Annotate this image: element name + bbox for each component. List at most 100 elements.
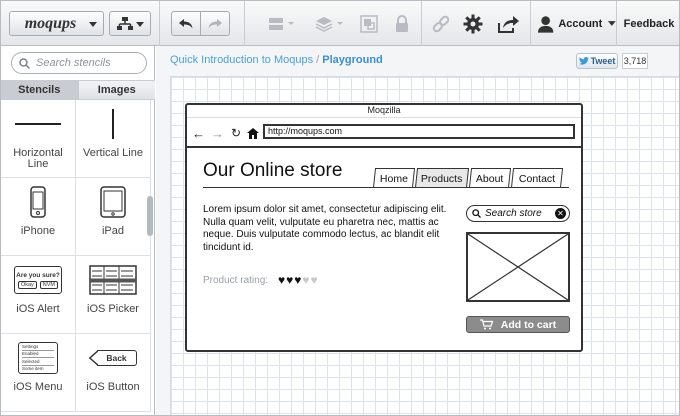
- menu-preview-item: Settings: [22, 344, 54, 352]
- heart-empty-icon: ♥: [302, 273, 311, 287]
- lock-icon: [396, 14, 408, 32]
- stencil-search-input[interactable]: Search stencils: [11, 52, 147, 74]
- breadcrumb-project[interactable]: Quick Introduction to Moqups: [170, 54, 313, 66]
- mockup-rating: Product rating: ♥♥♥♥♥: [203, 273, 319, 287]
- menu-preview-item: Some item: [22, 365, 44, 371]
- mockup-url-field: http://moqups.com: [263, 124, 575, 139]
- link-icon: [432, 15, 450, 32]
- menu-preview-item: Selected: [22, 359, 54, 366]
- align-button[interactable]: [263, 11, 301, 36]
- iphone-icon: [30, 186, 46, 218]
- store-title: Our Online store: [203, 160, 343, 181]
- user-icon: [537, 15, 554, 33]
- tweet-label: Tweet: [590, 56, 616, 66]
- share-icon: [498, 15, 519, 33]
- mockup-store-search: Search store ✕: [466, 205, 570, 222]
- stencil-ios-button[interactable]: Back iOS Button: [76, 334, 151, 412]
- sitemap-button[interactable]: [109, 11, 151, 36]
- mockup-divider: [203, 187, 569, 188]
- stencil-label: iPad: [101, 225, 125, 237]
- stencil-label: iOS Button: [86, 381, 140, 393]
- link-button[interactable]: [428, 11, 454, 36]
- mockup-add-to-cart-button: Add to cart: [466, 316, 570, 333]
- store-search-placeholder: Search store: [485, 208, 542, 219]
- stencil-vertical-line[interactable]: Vertical Line: [76, 100, 151, 178]
- stencil-label: iOS Alert: [16, 303, 60, 315]
- ios-menu-icon: Settings Enabled Selected Some item: [18, 342, 58, 374]
- stencil-ios-picker[interactable]: iOS Picker: [76, 256, 151, 334]
- rating-hearts: ♥♥♥♥♥: [278, 273, 319, 287]
- stencil-horizontal-line[interactable]: Horizontal Line: [1, 100, 76, 178]
- breadcrumb-separator: /: [316, 54, 320, 66]
- layers-button[interactable]: [311, 11, 349, 36]
- stencil-label: iOS Menu: [13, 381, 63, 393]
- sitemap-icon: [117, 16, 133, 30]
- toolbar-divider: [159, 1, 160, 46]
- stencil-ios-alert[interactable]: Are you sure? Okay NVM iOS Alert: [1, 256, 76, 334]
- mockup-tab-home: Home: [372, 168, 416, 188]
- image-placeholder-icon: [467, 233, 569, 301]
- align-icon: [269, 17, 294, 30]
- tweet-count: 3,718: [622, 53, 648, 69]
- clear-icon: ✕: [555, 208, 566, 219]
- heart-empty-icon: ♥: [310, 273, 319, 287]
- browser-mockup[interactable]: Moqzilla ← → ↻ http://moqups.com Our Onl…: [185, 103, 583, 352]
- home-icon: [247, 128, 259, 139]
- alert-preview-button: Okay: [17, 280, 37, 289]
- heart-filled-icon: ♥: [278, 273, 287, 287]
- layers-icon: [315, 16, 343, 32]
- tab-stencils[interactable]: Stencils: [1, 81, 78, 99]
- menu-preview-item: Enabled: [22, 351, 54, 359]
- account-menu[interactable]: Account: [531, 1, 616, 46]
- twitter-bird-icon: [578, 57, 589, 65]
- mockup-tab-label: Products: [421, 172, 463, 185]
- ios-picker-icon: [89, 265, 137, 295]
- stencil-label: Vertical Line: [83, 147, 143, 159]
- mockup-nav-bar: ← → ↻ http://moqups.com: [187, 118, 581, 148]
- sidebar-tabs: Stencils Images: [1, 80, 155, 100]
- cart-label: Add to cart: [500, 318, 557, 331]
- mockup-tab-about: About: [468, 168, 512, 188]
- mockup-image-placeholder: [466, 232, 570, 302]
- alert-preview-button: NVM: [39, 280, 59, 289]
- app-logo: moqups: [24, 14, 77, 32]
- redo-icon: [208, 18, 222, 28]
- search-icon: [19, 57, 30, 69]
- sidebar-scrollbar[interactable]: [147, 196, 153, 236]
- group-button[interactable]: [357, 11, 381, 36]
- app-window: moqups Account Feedback Search stencils …: [0, 0, 680, 416]
- settings-button[interactable]: [460, 11, 486, 36]
- lock-button[interactable]: [391, 11, 413, 36]
- tweet-button[interactable]: Tweet: [576, 53, 618, 69]
- feedback-button[interactable]: Feedback: [617, 1, 679, 46]
- breadcrumb: Quick Introduction to Moqups / Playgroun…: [170, 54, 383, 66]
- vertical-line-icon: [112, 109, 114, 139]
- horizontal-line-icon: [15, 123, 61, 125]
- stencil-ipad[interactable]: iPad: [76, 178, 151, 256]
- undo-icon: [179, 18, 193, 28]
- mockup-window-title: Moqzilla: [187, 105, 581, 118]
- stencil-ios-menu[interactable]: Settings Enabled Selected Some item iOS …: [1, 334, 76, 412]
- mockup-body-text: Lorem ipsum dolor sit amet, consectetur …: [203, 204, 447, 253]
- breadcrumb-page: Playground: [322, 54, 383, 66]
- mockup-tab-label: Contact: [518, 172, 556, 185]
- redo-button[interactable]: [200, 11, 230, 36]
- logo-menu-button[interactable]: moqups: [9, 11, 104, 36]
- refresh-icon: ↻: [231, 126, 242, 140]
- stencil-sidebar: Search stencils Stencils Images Horizont…: [1, 46, 155, 415]
- search-placeholder: Search stencils: [36, 57, 111, 69]
- toolbar-divider: [244, 1, 245, 46]
- stencil-label: Horizontal Line: [13, 147, 63, 170]
- share-button[interactable]: [494, 11, 522, 36]
- ios-button-icon: Back: [89, 349, 137, 366]
- ipad-icon: [100, 186, 126, 218]
- tab-images[interactable]: Images: [77, 81, 155, 99]
- feedback-label: Feedback: [623, 17, 675, 30]
- undo-button[interactable]: [171, 11, 201, 36]
- rating-label: Product rating:: [203, 274, 269, 286]
- stencil-iphone[interactable]: iPhone: [1, 178, 76, 256]
- chevron-down-icon: [608, 20, 616, 26]
- gear-icon: [463, 14, 483, 33]
- design-canvas[interactable]: Moqzilla ← → ↻ http://moqups.com Our Onl…: [170, 76, 679, 415]
- account-label: Account: [558, 17, 603, 30]
